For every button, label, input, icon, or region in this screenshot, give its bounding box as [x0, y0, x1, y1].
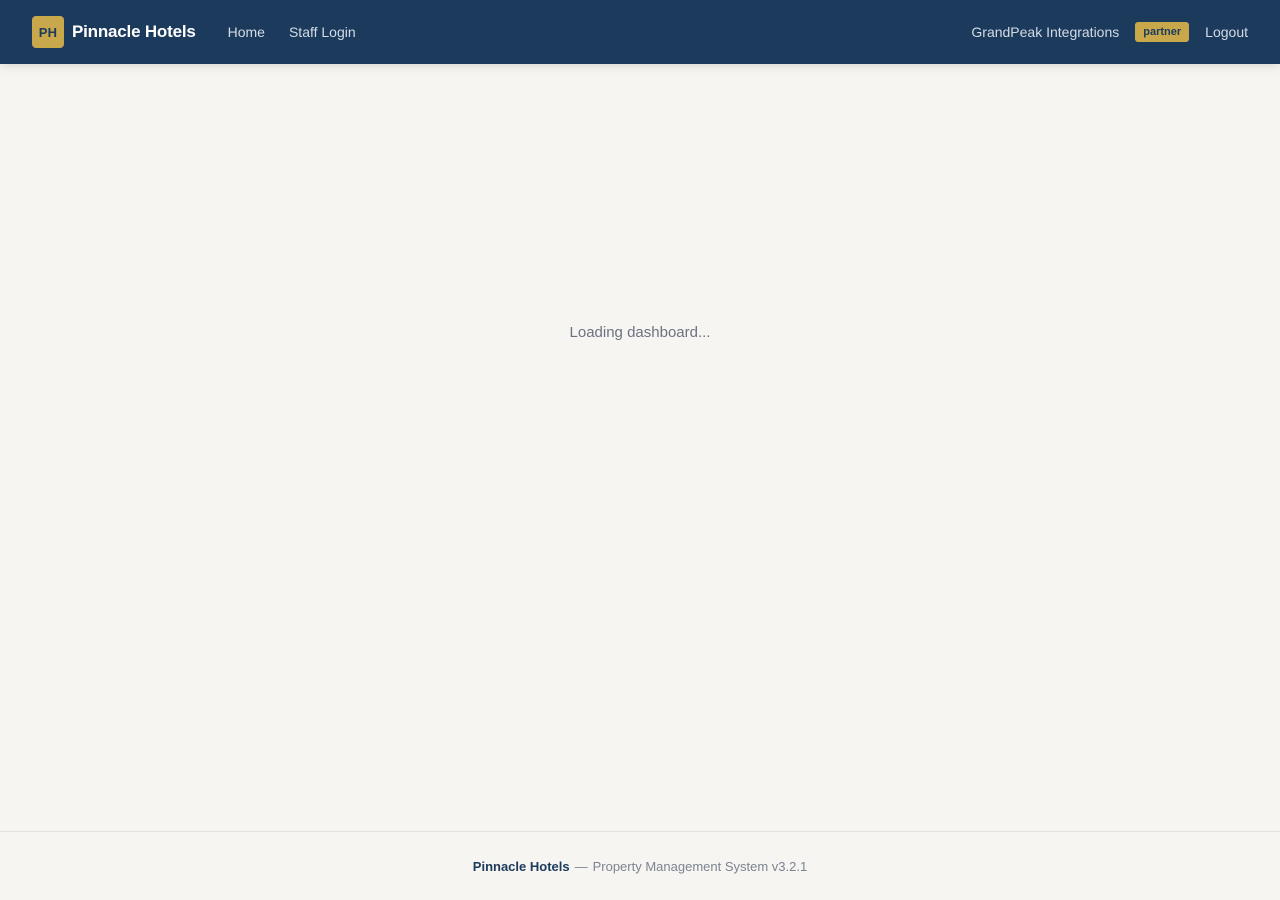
role-badge: partner — [1135, 22, 1190, 42]
brand-link[interactable]: PH Pinnacle Hotels — [32, 16, 196, 48]
footer-system-text: Property Management System v3.2.1 — [592, 858, 808, 874]
page-footer: Pinnacle Hotels — Property Management Sy… — [0, 831, 1280, 900]
loading-message: Loading dashboard... — [569, 324, 711, 341]
user-area: GrandPeak Integrations partner Logout — [971, 22, 1248, 42]
nav-link-home[interactable]: Home — [228, 24, 265, 40]
nav-link-staff-login[interactable]: Staff Login — [289, 24, 356, 40]
top-navigation-bar: PH Pinnacle Hotels Home Staff Login Gran… — [0, 0, 1280, 64]
main-nav: Home Staff Login — [228, 24, 380, 40]
footer-brand: Pinnacle Hotels — [472, 858, 570, 874]
main-content: Loading dashboard... — [0, 64, 1280, 831]
brand-logo-badge: PH — [32, 16, 64, 48]
organization-name: GrandPeak Integrations — [971, 24, 1120, 40]
brand-name: Pinnacle Hotels — [72, 22, 196, 41]
footer-separator: — — [574, 858, 588, 874]
logout-link[interactable]: Logout — [1205, 24, 1248, 40]
